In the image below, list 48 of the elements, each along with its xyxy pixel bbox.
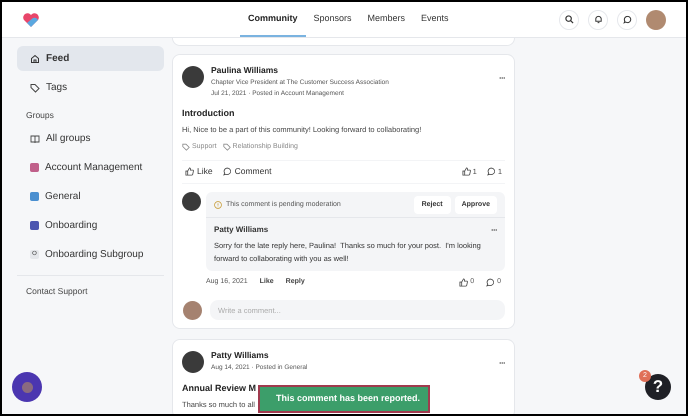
heart-logo-icon[interactable] bbox=[22, 12, 40, 28]
author-name[interactable]: Paulina Williams bbox=[211, 64, 389, 77]
tag-icon bbox=[182, 143, 190, 152]
chat-launcher-button[interactable] bbox=[12, 372, 42, 402]
search-icon bbox=[564, 15, 574, 24]
comment-button[interactable]: Comment bbox=[222, 165, 272, 178]
bell-icon bbox=[594, 15, 602, 24]
nav-tab[interactable]: Sponsors bbox=[306, 2, 360, 37]
sidebar-item[interactable]: General bbox=[17, 184, 164, 209]
help-button[interactable]: ? bbox=[645, 374, 671, 400]
book-icon bbox=[30, 134, 40, 144]
nav-tab[interactable]: Members bbox=[360, 2, 414, 37]
tag-icon bbox=[30, 82, 40, 92]
author-avatar bbox=[182, 351, 204, 373]
sidebar-item[interactable]: All groups bbox=[17, 126, 164, 151]
messages-button[interactable] bbox=[617, 10, 637, 30]
section-label: Groups bbox=[25, 108, 55, 122]
chat-bubble-icon bbox=[622, 15, 632, 24]
more-options-button[interactable]: ··· bbox=[491, 226, 497, 234]
toast-message: This comment has been reported. bbox=[276, 392, 420, 406]
nav-tab[interactable]: Events bbox=[413, 2, 457, 37]
user-avatar[interactable] bbox=[646, 10, 666, 30]
user-avatar bbox=[183, 300, 202, 320]
commenter-name[interactable]: Patty Williams bbox=[214, 224, 268, 236]
comment-icon bbox=[222, 167, 232, 176]
sidebar-item[interactable]: Feed bbox=[17, 46, 164, 71]
search-button[interactable] bbox=[559, 10, 579, 30]
thumbs-up-icon bbox=[462, 167, 471, 176]
notifications-button[interactable] bbox=[588, 10, 608, 30]
post-title: Annual Review M bbox=[182, 382, 256, 395]
sidebar-item[interactable]: Account Management bbox=[17, 155, 164, 180]
tag-icon bbox=[222, 143, 231, 152]
home-icon bbox=[30, 54, 40, 64]
more-options-button[interactable]: ··· bbox=[499, 359, 505, 368]
author-name[interactable]: Patty Williams bbox=[211, 349, 308, 362]
thumbs-up-icon bbox=[185, 167, 194, 176]
sidebar-item[interactable]: Tags bbox=[17, 75, 164, 100]
post-title: Introduction bbox=[182, 107, 234, 120]
commenter-avatar bbox=[182, 192, 201, 210]
section-label: Contact Support bbox=[25, 284, 88, 298]
sidebar-item[interactable]: Onboarding bbox=[17, 213, 164, 238]
comment-icon bbox=[486, 167, 496, 176]
like-button[interactable]: Like bbox=[185, 165, 213, 178]
comment-icon bbox=[486, 278, 496, 286]
thumbs-up-icon bbox=[459, 278, 468, 286]
info-icon bbox=[214, 200, 222, 209]
more-options-button[interactable]: ··· bbox=[499, 74, 505, 83]
author-avatar bbox=[182, 66, 204, 88]
